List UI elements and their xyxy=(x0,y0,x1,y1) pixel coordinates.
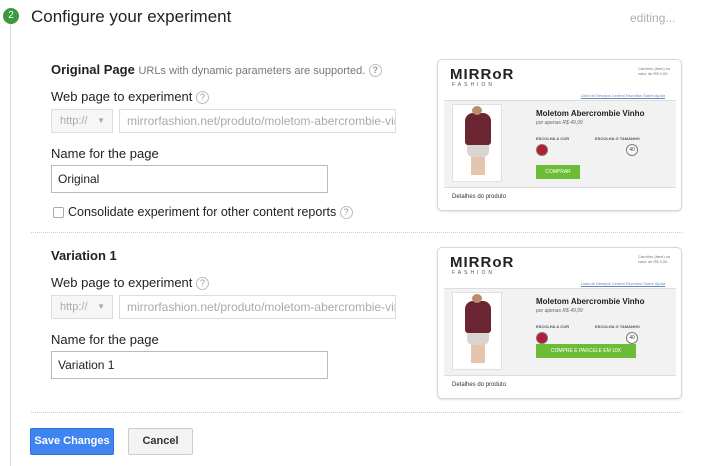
model-skirt xyxy=(467,143,489,157)
model-legs xyxy=(471,345,485,363)
model-skirt xyxy=(467,331,489,345)
original-section: Original Page URLs with dynamic paramete… xyxy=(51,62,382,78)
consolidate-label: Consolidate experiment for other content… xyxy=(68,205,337,219)
original-url-label-row: Web page to experiment ? xyxy=(51,89,210,105)
timeline-line xyxy=(10,22,11,466)
thumb-nav: Lista de Desejos Central Favoritos Sobre… xyxy=(581,281,666,286)
thumb-color-swatch xyxy=(536,332,548,344)
question-mark-icon[interactable]: ? xyxy=(339,206,353,220)
thumb-details: Detalhes do produto xyxy=(452,194,507,200)
chevron-down-icon: ▼ xyxy=(97,302,105,311)
model-sweater xyxy=(465,301,491,333)
thumb-product-name: Moletom Abercrombie Vinho xyxy=(536,297,645,306)
original-url-label: Web page to experiment xyxy=(51,89,193,104)
original-protocol-value: http:// xyxy=(60,115,88,127)
model-head xyxy=(472,106,482,115)
cancel-button[interactable]: Cancel xyxy=(128,428,193,455)
thumb-nav: Lista de Desejos Central Favoritos Sobre… xyxy=(581,93,666,98)
variation-protocol-value: http:// xyxy=(60,301,88,313)
question-mark-icon[interactable]: ? xyxy=(368,64,382,78)
original-url-input[interactable]: mirrorfashion.net/produto/moletom-abercr… xyxy=(119,109,396,133)
original-name-input[interactable]: Original xyxy=(51,165,328,193)
question-mark-icon[interactable]: ? xyxy=(196,277,210,291)
thumb-logo-sub: FASHION xyxy=(452,82,495,88)
thumb-product-name: Moletom Abercrombie Vinho xyxy=(536,109,645,118)
thumb-color-label: ESCOLHA A COR xyxy=(536,136,570,141)
original-title: Original Page xyxy=(51,62,135,77)
thumb-product-image xyxy=(452,104,502,182)
variation-page-thumbnail: MIRRoR FASHION Carrinho (item) no valor … xyxy=(437,247,682,399)
thumb-logo-sub: FASHION xyxy=(452,270,495,276)
thumb-logo: MIRRoR xyxy=(450,66,515,83)
variation-url-label: Web page to experiment xyxy=(51,275,193,290)
thumb-size-label: ESCOLHA O TAMANHO xyxy=(595,324,640,329)
thumb-size-label: ESCOLHA O TAMANHO xyxy=(595,136,640,141)
thumb-details: Detalhes do produto xyxy=(452,382,507,388)
thumb-price: por apenas R$ 49,99 xyxy=(536,308,583,314)
step-badge: 2 xyxy=(3,8,19,24)
question-mark-icon[interactable]: ? xyxy=(196,91,210,105)
thumb-cart-text: Carrinho (item) no valor de R$ 0,00 xyxy=(638,66,671,76)
thumb-buy-button: COMPRE E PARCELE EM 10X xyxy=(536,344,636,358)
original-protocol-select[interactable]: http:// ▼ xyxy=(51,109,113,133)
page-title: Configure your experiment xyxy=(31,7,232,26)
chevron-down-icon: ▼ xyxy=(97,116,105,125)
variation-url-label-row: Web page to experiment ? xyxy=(51,275,210,291)
variation-url-input[interactable]: mirrorfashion.net/produto/moletom-abercr… xyxy=(119,295,396,319)
thumb-size-option: 40 xyxy=(626,144,638,156)
variation-name-label: Name for the page xyxy=(51,332,159,347)
thumb-buy-button: COMPRAR xyxy=(536,165,580,179)
thumb-logo: MIRRoR xyxy=(450,254,515,271)
status-text: editing... xyxy=(630,11,676,25)
variation-name-input[interactable]: Variation 1 xyxy=(51,351,328,379)
model-head xyxy=(472,294,482,303)
thumb-price: por apenas R$ 49,99 xyxy=(536,120,583,126)
thumb-product-image xyxy=(452,292,502,370)
consolidate-checkbox[interactable] xyxy=(53,207,64,218)
variation-title: Variation 1 xyxy=(51,248,117,263)
thumb-size-option: 40 xyxy=(626,332,638,344)
original-hint: URLs with dynamic parameters are support… xyxy=(138,65,366,77)
section-divider xyxy=(31,412,682,413)
save-changes-button[interactable]: Save Changes xyxy=(30,428,114,455)
section-divider xyxy=(31,232,682,233)
original-page-thumbnail: MIRRoR FASHION Carrinho (item) no valor … xyxy=(437,59,682,211)
model-sweater xyxy=(465,113,491,145)
consolidate-row: Consolidate experiment for other content… xyxy=(68,205,353,220)
variation-protocol-select[interactable]: http:// ▼ xyxy=(51,295,113,319)
thumb-color-label: ESCOLHA A COR xyxy=(536,324,570,329)
original-name-label: Name for the page xyxy=(51,146,159,161)
thumb-color-swatch xyxy=(536,144,548,156)
thumb-cart-text: Carrinho (item) no valor de R$ 0,00 xyxy=(638,254,671,264)
model-legs xyxy=(471,157,485,175)
